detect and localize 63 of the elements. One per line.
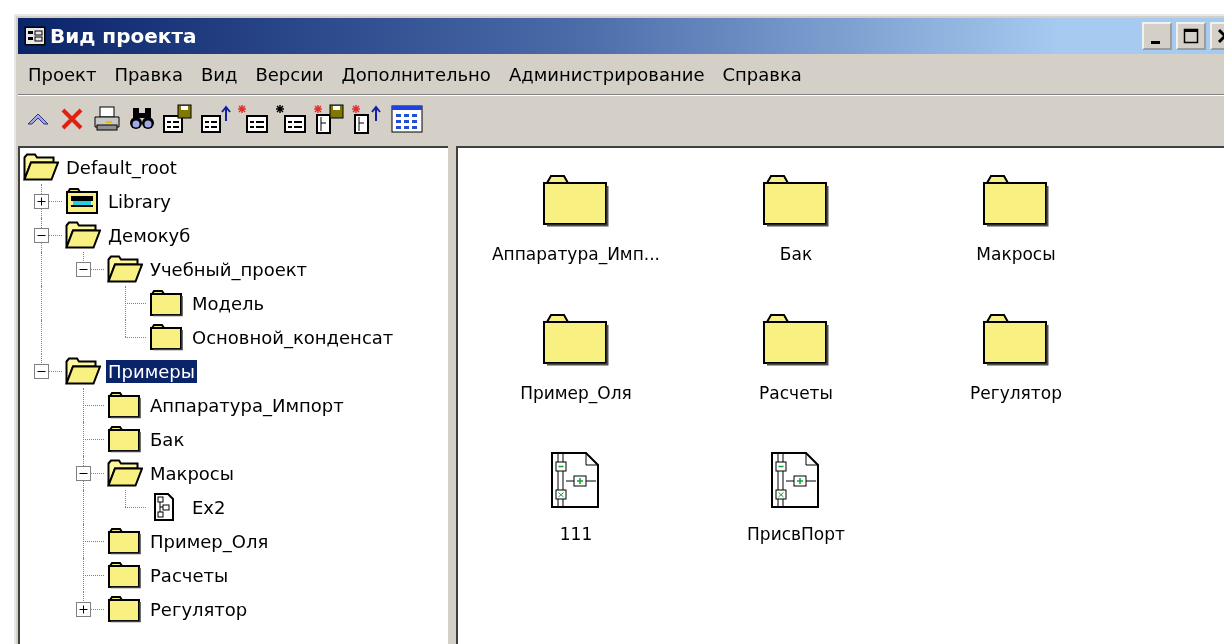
table-icon[interactable] [388, 103, 426, 135]
folder-icon[interactable] [982, 313, 1050, 367]
item-label[interactable]: Аппаратура_Имп... [492, 244, 660, 264]
folder-icon [107, 595, 143, 623]
diagram-icon[interactable] [770, 452, 822, 508]
item-label[interactable]: Регулятор [970, 383, 1062, 403]
open-folder-icon [65, 357, 101, 385]
tree-item[interactable]: Основной_конденсат [190, 325, 396, 349]
tree-item[interactable]: Default_root [64, 155, 179, 179]
maximize-icon [1183, 28, 1199, 44]
expand-toggle[interactable] [34, 194, 49, 209]
tree-item[interactable]: Library [106, 189, 173, 213]
menu-item[interactable]: Справка [718, 63, 813, 85]
library-folder-icon [65, 187, 101, 215]
menu-item[interactable]: Версии [251, 63, 335, 85]
minimize-icon [1150, 40, 1160, 44]
folder-icon [149, 289, 185, 317]
tree-item[interactable]: Примеры [106, 359, 197, 383]
item-label[interactable]: Макросы [976, 244, 1056, 264]
tree-item[interactable]: Учебный_проект [148, 257, 310, 281]
folder-icon [107, 425, 143, 453]
form-arrow-icon[interactable] [198, 103, 234, 135]
diagram-icon[interactable] [550, 452, 602, 508]
tree-item[interactable]: Аппаратура_Импорт [148, 393, 346, 417]
item-label[interactable]: Пример_Оля [520, 383, 632, 403]
minimize-button[interactable] [1142, 22, 1172, 50]
folder-icon [107, 391, 143, 419]
tree-item[interactable]: Бак [148, 427, 187, 451]
menu-item[interactable]: Вид [196, 63, 249, 85]
open-folder-icon [107, 255, 143, 283]
folder-icon[interactable] [542, 313, 610, 367]
expand-toggle[interactable] [76, 602, 91, 617]
expand-toggle[interactable] [34, 364, 49, 379]
window-title: Вид проекта [50, 24, 197, 48]
app-icon [24, 26, 46, 46]
menu-item[interactable]: Администрирование [504, 63, 716, 85]
item-label[interactable]: ПрисвПорт [747, 524, 845, 544]
tree-item[interactable]: Ex2 [190, 495, 228, 519]
folder-icon[interactable] [762, 174, 830, 228]
open-folder-icon [65, 221, 101, 249]
tree-item[interactable]: Демокуб [106, 223, 193, 247]
tree-item[interactable]: Пример_Оля [148, 529, 271, 553]
item-label[interactable]: Бак [779, 244, 813, 264]
expand-toggle[interactable] [34, 228, 49, 243]
folder-icon [149, 323, 185, 351]
item-label[interactable]: 111 [559, 524, 593, 544]
expand-toggle[interactable] [76, 262, 91, 277]
maximize-button[interactable] [1176, 22, 1206, 50]
folder-icon [107, 561, 143, 589]
menu-item[interactable]: Правка [110, 63, 194, 85]
tree-item[interactable]: Макросы [148, 461, 236, 485]
tree-item[interactable]: Регулятор [148, 597, 250, 621]
menu-item[interactable]: Дополнительно [337, 63, 502, 85]
tree-item[interactable]: Модель [190, 291, 267, 315]
folder-icon[interactable] [542, 174, 610, 228]
item-label[interactable]: Расчеты [759, 383, 833, 403]
open-folder-icon [107, 459, 143, 487]
menu-item[interactable]: Проект [24, 63, 108, 85]
tree-item[interactable]: Расчеты [148, 563, 231, 587]
folder-icon [107, 527, 143, 555]
folder-icon[interactable] [982, 174, 1050, 228]
expand-toggle[interactable] [76, 466, 91, 481]
folder-icon[interactable] [762, 313, 830, 367]
